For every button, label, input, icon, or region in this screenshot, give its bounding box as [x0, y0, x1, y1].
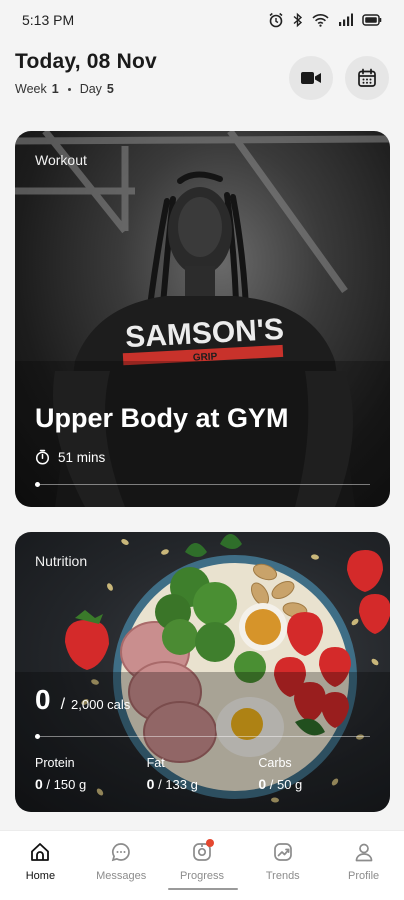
video-call-button[interactable] [289, 56, 333, 100]
macro-value: 0 / 150 g [35, 776, 87, 792]
macro-goal: 133 g [165, 777, 198, 792]
macro-label: Fat [146, 756, 165, 770]
macro-fat: Fat 0 / 133 g [147, 756, 259, 792]
macro-value: 0 / 50 g [258, 776, 303, 792]
calendar-button[interactable] [345, 56, 389, 100]
workout-progress-dot [35, 482, 40, 487]
trends-icon [270, 839, 296, 865]
nav-label: Home [25, 870, 56, 882]
macro-carbs: Carbs 0 / 50 g [258, 756, 370, 792]
chat-icon [108, 839, 134, 865]
nutrition-progress-bar [35, 734, 370, 739]
bluetooth-icon [293, 12, 303, 28]
nav-label: Profile [347, 870, 380, 882]
header-actions [289, 56, 389, 100]
nav-item-progress[interactable]: Progress [167, 839, 237, 900]
signal-icon [339, 13, 353, 26]
macro-goal: 50 g [276, 777, 303, 792]
home-icon [27, 839, 53, 865]
nav-item-home[interactable]: Home [5, 839, 75, 900]
calories-goal: 2,000 cals [71, 697, 131, 712]
day-number: 5 [106, 82, 114, 96]
gesture-indicator [168, 888, 238, 890]
macro-label: Carbs [258, 756, 292, 770]
status-time: 5:13 PM [22, 12, 75, 28]
nutrition-progress-dot [35, 734, 40, 739]
macro-label: Protein [35, 756, 75, 770]
macro-goal: 150 g [53, 777, 87, 792]
notification-badge [205, 839, 214, 847]
nutrition-tag: Nutrition [35, 553, 88, 569]
wifi-icon [312, 14, 329, 27]
status-icons [268, 12, 382, 28]
alarm-icon [269, 12, 283, 28]
macro-consumed: 0 [258, 776, 267, 792]
progress-icon [189, 839, 215, 865]
week-number: 1 [51, 82, 59, 96]
week-label: Week [15, 82, 47, 96]
workout-tag: Workout [35, 152, 87, 168]
nav-item-messages[interactable]: Messages [86, 839, 156, 900]
workout-duration: 51 mins [35, 449, 105, 465]
macro-protein: Protein 0 / 150 g [35, 756, 147, 792]
nav-item-trends[interactable]: Trends [248, 839, 318, 900]
calories-consumed: 0 [35, 684, 51, 715]
day-label: Day [79, 82, 102, 96]
macro-consumed: 0 [35, 776, 43, 792]
battery-icon [362, 14, 382, 26]
nav-label: Messages [96, 870, 147, 882]
workout-duration-text: 51 mins [58, 449, 106, 465]
calendar-icon [358, 68, 376, 87]
page-header: Today, 08 Nov Week 1 Day 5 [15, 50, 389, 110]
nav-item-profile[interactable]: Profile [329, 839, 399, 900]
macro-consumed: 0 [146, 776, 155, 792]
nutrition-card[interactable]: Nutrition 0 / 2,000 cals Protein 0 / 150… [15, 532, 390, 812]
macros-row: Protein 0 / 150 g Fat 0 / 133 g Carbs 0 … [35, 756, 370, 792]
workout-progress-bar [35, 482, 370, 487]
stopwatch-icon [35, 449, 50, 465]
status-bar: 5:13 PM [0, 0, 404, 40]
separator-dot [67, 87, 71, 91]
calories-summary: 0 / 2,000 cals [35, 684, 130, 716]
calories-separator: / [60, 696, 66, 713]
macro-value: 0 / 133 g [146, 776, 198, 792]
profile-icon [351, 839, 377, 865]
video-camera-icon [301, 72, 321, 84]
workout-card[interactable]: SAMSON'S GRIP Workout Upper Body at GYM … [15, 131, 390, 507]
workout-title: Upper Body at GYM [35, 403, 289, 433]
nav-label: Progress [179, 870, 224, 882]
nav-label: Trends [265, 870, 300, 882]
